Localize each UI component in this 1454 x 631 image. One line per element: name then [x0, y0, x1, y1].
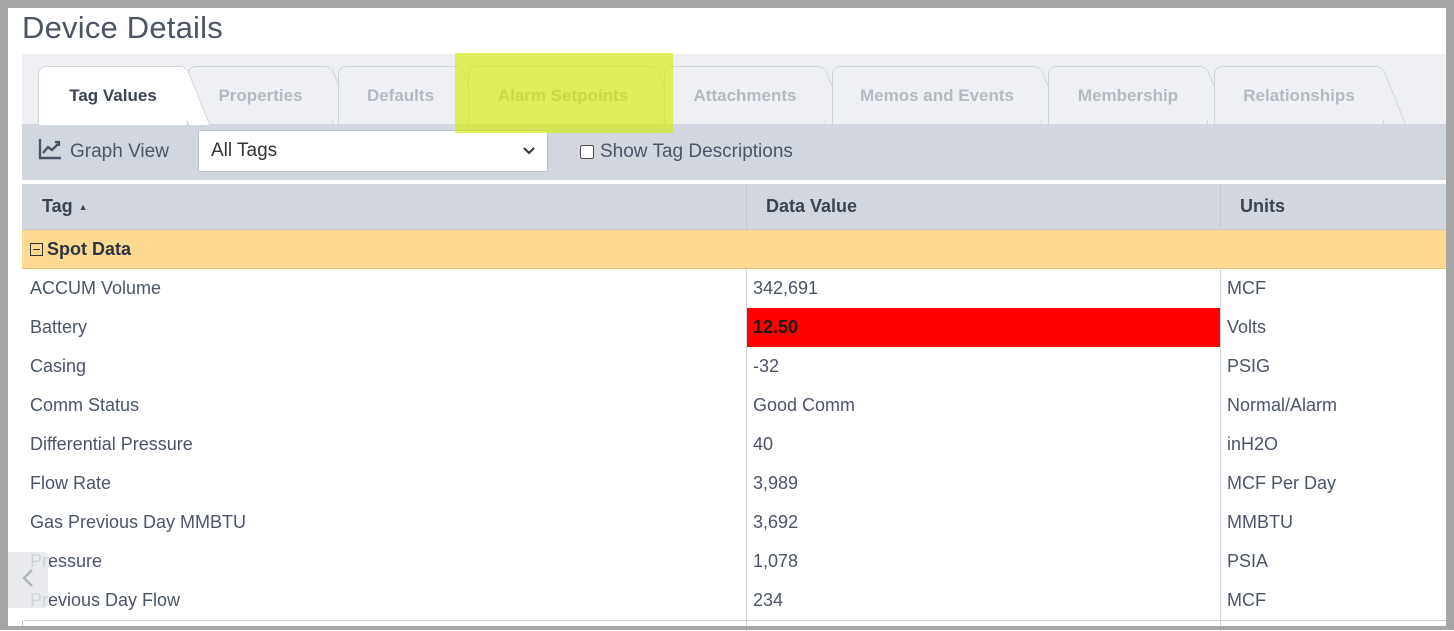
- tag-cell: Differential Pressure: [30, 434, 193, 454]
- tag-filter-value: All Tags: [211, 140, 278, 161]
- units-cell: MCF: [1227, 278, 1266, 298]
- show-tag-descriptions[interactable]: Show Tag Descriptions: [580, 141, 793, 163]
- tab-attachments[interactable]: Attachments: [664, 66, 826, 124]
- tab-relationships[interactable]: Relationships: [1214, 66, 1384, 124]
- value-cell: 3,692: [753, 512, 799, 532]
- units-cell: Normal/Alarm: [1227, 395, 1338, 415]
- table-row: Flow Rate 3,989 MCF Per Day: [22, 464, 1446, 504]
- units-cell: MCF Per Day: [1227, 473, 1337, 493]
- tag-cell: Flow Rate: [30, 473, 112, 493]
- column-header-tag[interactable]: Tag ▲: [42, 184, 88, 229]
- tag-cell: Comm Status: [30, 395, 140, 415]
- value-cell: 234: [753, 590, 784, 610]
- tag-cell: Gas Previous Day MMBTU: [30, 512, 247, 532]
- table-row: Previous Day Flow 234 MCF: [22, 581, 1446, 621]
- scroll-left-button[interactable]: [8, 552, 48, 608]
- table-row: ACCUM Volume 342,691 MCF: [22, 269, 1446, 309]
- table-row: Comm Status Good Comm Normal/Alarm: [22, 386, 1446, 426]
- column-header-units[interactable]: Units: [1240, 184, 1285, 229]
- chevron-down-icon: [521, 142, 537, 164]
- value-cell: 3,989: [753, 473, 799, 493]
- table-row: Differential Pressure 40 inH2O: [22, 425, 1446, 465]
- page-title: Device Details: [22, 10, 223, 45]
- tab-defaults[interactable]: Defaults: [338, 66, 463, 124]
- tag-cell: ACCUM Volume: [30, 278, 162, 298]
- graph-view-button[interactable]: Graph View: [38, 139, 169, 165]
- group-row-spot-data[interactable]: Spot Data: [22, 230, 1446, 269]
- tag-cell: Casing: [30, 356, 87, 376]
- table-row: Gas Previous Day MMBTU 3,692 MMBTU: [22, 503, 1446, 543]
- value-cell: Good Comm: [753, 395, 856, 415]
- tab-alarm-setpoints[interactable]: Alarm Setpoints: [468, 66, 658, 124]
- column-divider: [746, 184, 747, 229]
- column-divider: [1220, 269, 1221, 631]
- column-divider: [1220, 184, 1221, 229]
- table-row: Pressure 1,078 PSIA: [22, 542, 1446, 582]
- value-cell: 342,691: [753, 278, 819, 298]
- tag-filter-select[interactable]: All Tags: [198, 130, 548, 172]
- value-cell: -32: [753, 356, 780, 376]
- tag-cell: Previous Day Flow: [30, 590, 181, 610]
- value-cell: 1,078: [753, 551, 799, 571]
- collapse-icon[interactable]: [30, 242, 43, 256]
- column-divider: [746, 269, 747, 631]
- units-cell: inH2O: [1227, 434, 1279, 454]
- show-tag-descriptions-label: Show Tag Descriptions: [600, 141, 793, 162]
- units-cell: PSIA: [1227, 551, 1269, 571]
- units-cell: Volts: [1227, 317, 1267, 337]
- value-cell: 40: [753, 434, 774, 454]
- tag-cell: Battery: [30, 317, 88, 337]
- value-cell-alarm: 12.50: [747, 308, 1220, 347]
- tab-membership[interactable]: Membership: [1048, 66, 1208, 124]
- tab-tag-values[interactable]: Tag Values: [38, 66, 188, 125]
- tab-memos-and-events[interactable]: Memos and Events: [832, 66, 1042, 124]
- group-label: Spot Data: [47, 238, 132, 259]
- chevron-left-icon: [21, 565, 35, 596]
- column-header-tag-label: Tag: [42, 196, 73, 216]
- units-cell: PSIG: [1227, 356, 1271, 376]
- units-cell: MCF: [1227, 590, 1266, 610]
- tab-properties[interactable]: Properties: [188, 66, 333, 124]
- table-row: Battery 12.50 Volts: [22, 308, 1446, 348]
- graph-view-label: Graph View: [70, 141, 169, 162]
- table-row: Casing -32 PSIG: [22, 347, 1446, 387]
- show-tag-descriptions-checkbox[interactable]: [580, 145, 594, 159]
- units-cell: MMBTU: [1227, 512, 1293, 532]
- sort-ascending-icon: ▲: [78, 201, 88, 212]
- column-header-data-value[interactable]: Data Value: [766, 184, 857, 229]
- line-chart-icon: [38, 138, 62, 166]
- grid-header: Tag ▲ Data Value Units: [22, 184, 1446, 230]
